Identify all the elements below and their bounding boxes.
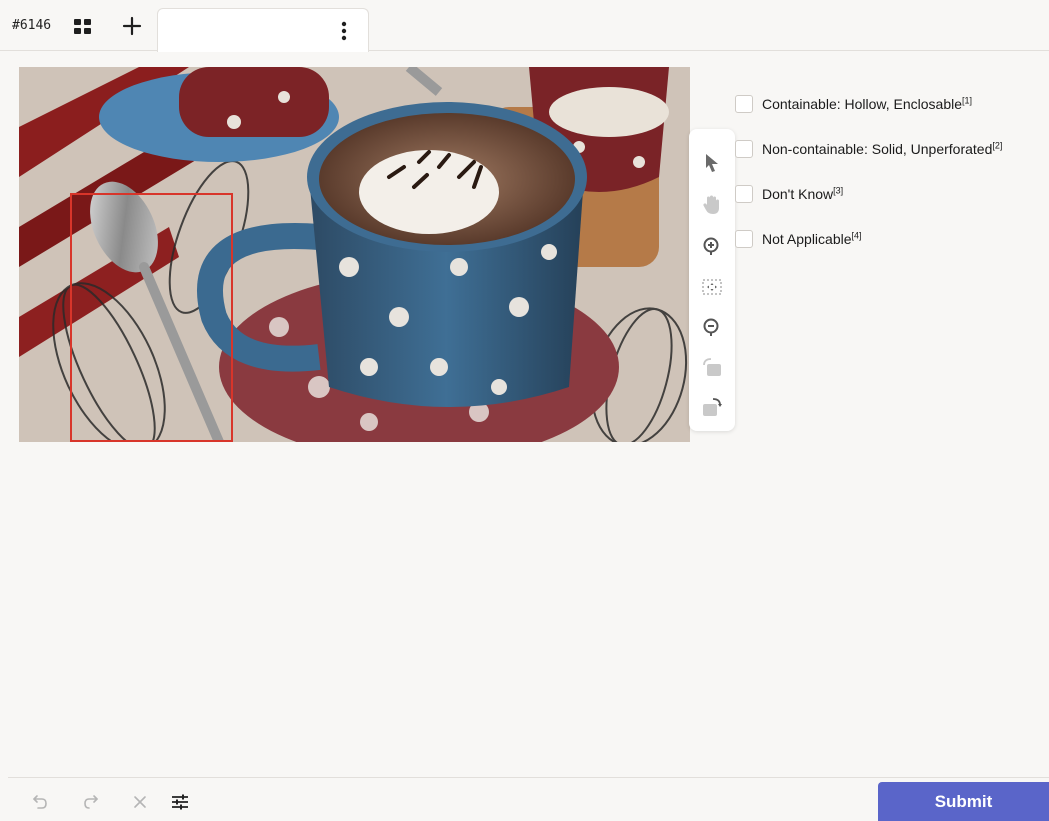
- rotate-left-icon[interactable]: [700, 355, 724, 379]
- choice-label: Containable: Hollow, Enclosable: [762, 96, 963, 112]
- kebab-menu-icon[interactable]: [336, 19, 352, 43]
- task-id: #6146: [12, 18, 52, 33]
- top-bar: #6146: [0, 0, 1049, 52]
- submit-button[interactable]: Submit: [878, 782, 1049, 821]
- choice-label: Don't Know: [762, 186, 834, 202]
- pointer-icon[interactable]: [700, 151, 724, 175]
- plus-icon[interactable]: [120, 14, 144, 38]
- grid-icon[interactable]: [72, 16, 94, 38]
- choice-dont-know[interactable]: Don't Know[3]: [735, 183, 1049, 205]
- zoom-in-icon[interactable]: [700, 234, 724, 258]
- choice-label: Non-containable: Solid, Unperforated: [762, 141, 993, 157]
- redo-icon[interactable]: [81, 792, 101, 812]
- close-icon[interactable]: [130, 792, 150, 812]
- checkbox[interactable]: [735, 95, 753, 113]
- choice-not-applicable[interactable]: Not Applicable[4]: [735, 228, 1049, 250]
- choice-label: Not Applicable: [762, 231, 852, 247]
- zoom-out-icon[interactable]: [700, 315, 724, 339]
- sliders-icon[interactable]: [170, 792, 190, 812]
- checkbox[interactable]: [735, 185, 753, 203]
- tab-title: [170, 19, 320, 43]
- fit-to-screen-icon[interactable]: [700, 275, 724, 299]
- rotate-right-icon[interactable]: [700, 395, 724, 419]
- bounding-box[interactable]: [70, 193, 233, 442]
- checkbox[interactable]: [735, 230, 753, 248]
- annotation-image[interactable]: [19, 67, 690, 442]
- hotkey-hint: [1]: [962, 95, 973, 106]
- checkbox[interactable]: [735, 140, 753, 158]
- choice-containable[interactable]: Containable: Hollow, Enclosable[1]: [735, 93, 1049, 115]
- image-tools-palette: [689, 129, 735, 431]
- choice-non-containable[interactable]: Non-containable: Solid, Unperforated[2]: [735, 138, 1049, 160]
- hotkey-hint: [4]: [851, 230, 862, 241]
- undo-icon[interactable]: [30, 792, 50, 812]
- bottom-bar: Submit: [8, 777, 1049, 821]
- hand-pan-icon[interactable]: [700, 193, 724, 217]
- hotkey-hint: [3]: [833, 185, 844, 196]
- hotkey-hint: [2]: [992, 140, 1003, 151]
- tab-active[interactable]: [157, 8, 369, 52]
